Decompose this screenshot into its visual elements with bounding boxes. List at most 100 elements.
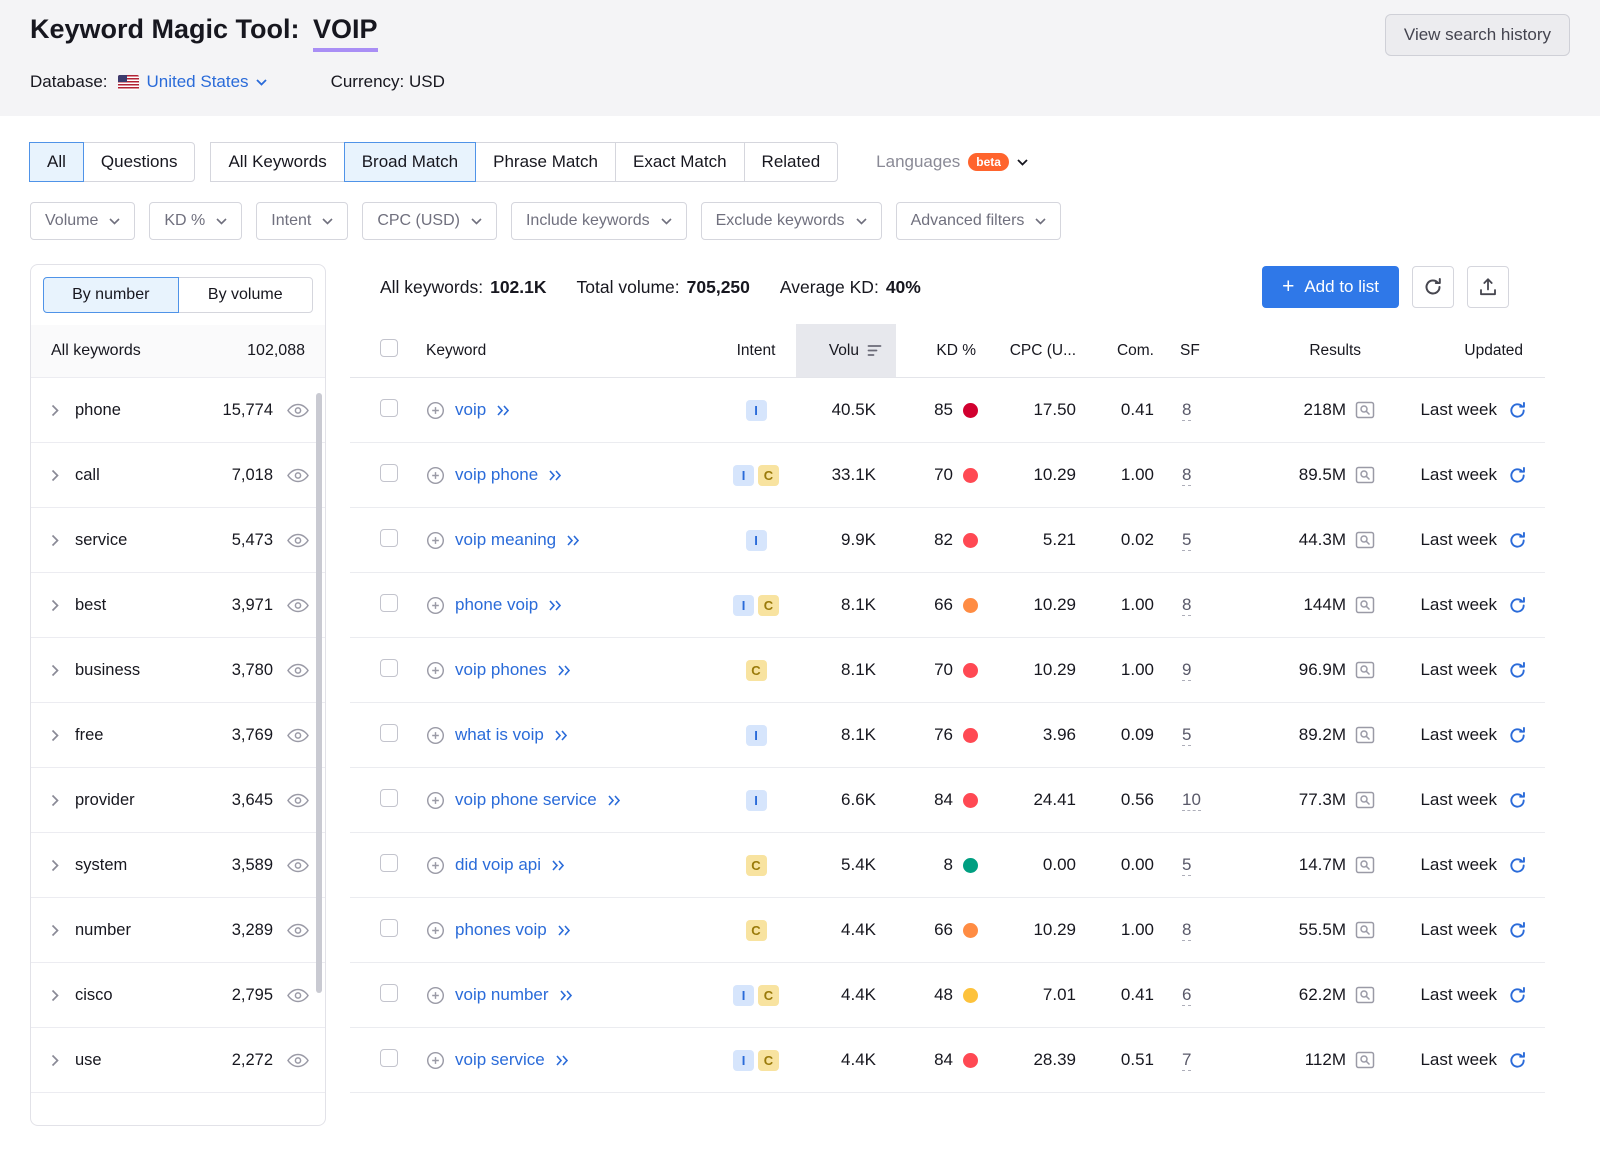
- expand-keyword-icon[interactable]: [551, 860, 565, 871]
- keyword-group-provider[interactable]: provider 3,645: [31, 768, 325, 833]
- filter-exclude-keywords[interactable]: Exclude keywords: [701, 202, 882, 240]
- expand-keyword-icon[interactable]: [557, 925, 571, 936]
- keyword-link[interactable]: voip phone: [455, 465, 538, 485]
- filter-volume[interactable]: Volume: [30, 202, 135, 240]
- row-checkbox[interactable]: [380, 919, 398, 937]
- expand-keyword-icon[interactable]: [496, 405, 510, 416]
- expand-chevron-icon[interactable]: [51, 664, 59, 677]
- serp-preview-icon[interactable]: [1355, 661, 1375, 679]
- row-checkbox[interactable]: [380, 659, 398, 677]
- serp-preview-icon[interactable]: [1355, 401, 1375, 419]
- add-keyword-icon[interactable]: [426, 856, 445, 875]
- keyword-group-call[interactable]: call 7,018: [31, 443, 325, 508]
- view-search-history-button[interactable]: View search history: [1385, 14, 1570, 56]
- keyword-group-best[interactable]: best 3,971: [31, 573, 325, 638]
- update-metrics-icon[interactable]: [1508, 466, 1527, 485]
- sidebar-scrollbar[interactable]: [316, 393, 322, 993]
- filter-include-keywords[interactable]: Include keywords: [511, 202, 687, 240]
- keyword-group-system[interactable]: system 3,589: [31, 833, 325, 898]
- select-all-checkbox[interactable]: [380, 339, 398, 357]
- column-header-kd[interactable]: KD %: [896, 342, 988, 360]
- expand-chevron-icon[interactable]: [51, 469, 59, 482]
- tab-related[interactable]: Related: [744, 142, 839, 182]
- update-metrics-icon[interactable]: [1508, 726, 1527, 745]
- serp-features-count[interactable]: 8: [1182, 400, 1191, 421]
- update-metrics-icon[interactable]: [1508, 661, 1527, 680]
- add-keyword-icon[interactable]: [426, 1051, 445, 1070]
- column-header-com[interactable]: Com.: [1096, 342, 1180, 360]
- column-header-results[interactable]: Results: [1234, 342, 1409, 360]
- eye-icon[interactable]: [287, 468, 309, 483]
- add-keyword-icon[interactable]: [426, 726, 445, 745]
- add-keyword-icon[interactable]: [426, 986, 445, 1005]
- keyword-group-service[interactable]: service 5,473: [31, 508, 325, 573]
- by-volume-toggle[interactable]: By volume: [178, 277, 314, 313]
- update-metrics-icon[interactable]: [1508, 531, 1527, 550]
- add-keyword-icon[interactable]: [426, 791, 445, 810]
- add-keyword-icon[interactable]: [426, 661, 445, 680]
- serp-preview-icon[interactable]: [1355, 531, 1375, 549]
- tab-all-keywords[interactable]: All Keywords: [210, 142, 344, 182]
- update-metrics-icon[interactable]: [1508, 986, 1527, 1005]
- row-checkbox[interactable]: [380, 1049, 398, 1067]
- serp-features-count[interactable]: 7: [1182, 1050, 1191, 1071]
- update-metrics-icon[interactable]: [1508, 791, 1527, 810]
- export-button[interactable]: [1467, 266, 1509, 308]
- keyword-link[interactable]: voip: [455, 400, 486, 420]
- serp-preview-icon[interactable]: [1355, 856, 1375, 874]
- eye-icon[interactable]: [287, 858, 309, 873]
- languages-dropdown[interactable]: Languages beta: [870, 151, 1034, 173]
- expand-keyword-icon[interactable]: [548, 470, 562, 481]
- serp-preview-icon[interactable]: [1355, 791, 1375, 809]
- row-checkbox[interactable]: [380, 464, 398, 482]
- serp-features-count[interactable]: 6: [1182, 985, 1191, 1006]
- eye-icon[interactable]: [287, 598, 309, 613]
- keyword-link[interactable]: voip number: [455, 985, 549, 1005]
- filter-intent[interactable]: Intent: [256, 202, 348, 240]
- update-metrics-icon[interactable]: [1508, 856, 1527, 875]
- expand-chevron-icon[interactable]: [51, 794, 59, 807]
- serp-preview-icon[interactable]: [1355, 726, 1375, 744]
- row-checkbox[interactable]: [380, 529, 398, 547]
- keyword-link[interactable]: phones voip: [455, 920, 547, 940]
- row-checkbox[interactable]: [380, 789, 398, 807]
- row-checkbox[interactable]: [380, 594, 398, 612]
- eye-icon[interactable]: [287, 533, 309, 548]
- tab-phrase-match[interactable]: Phrase Match: [475, 142, 616, 182]
- serp-features-count[interactable]: 8: [1182, 465, 1191, 486]
- add-to-list-button[interactable]: + Add to list: [1262, 266, 1399, 308]
- serp-features-count[interactable]: 10: [1182, 790, 1201, 811]
- database-selector[interactable]: United States: [147, 72, 267, 92]
- eye-icon[interactable]: [287, 728, 309, 743]
- keyword-group-phone[interactable]: phone 15,774: [31, 378, 325, 443]
- keyword-link[interactable]: phone voip: [455, 595, 538, 615]
- expand-keyword-icon[interactable]: [548, 600, 562, 611]
- filter-cpc-usd[interactable]: CPC (USD): [362, 202, 497, 240]
- tab-broad-match[interactable]: Broad Match: [344, 142, 476, 182]
- add-keyword-icon[interactable]: [426, 466, 445, 485]
- column-header-sf[interactable]: SF: [1180, 342, 1234, 360]
- expand-chevron-icon[interactable]: [51, 404, 59, 417]
- expand-keyword-icon[interactable]: [559, 990, 573, 1001]
- keyword-link[interactable]: did voip api: [455, 855, 541, 875]
- keyword-link[interactable]: voip meaning: [455, 530, 556, 550]
- serp-preview-icon[interactable]: [1355, 1051, 1375, 1069]
- expand-keyword-icon[interactable]: [607, 795, 621, 806]
- refresh-button[interactable]: [1412, 266, 1454, 308]
- expand-chevron-icon[interactable]: [51, 1054, 59, 1067]
- add-keyword-icon[interactable]: [426, 531, 445, 550]
- eye-icon[interactable]: [287, 663, 309, 678]
- keyword-link[interactable]: voip phone service: [455, 790, 597, 810]
- filter-advanced-filters[interactable]: Advanced filters: [896, 202, 1062, 240]
- column-header-cpc[interactable]: CPC (U...: [988, 342, 1096, 360]
- expand-keyword-icon[interactable]: [557, 665, 571, 676]
- update-metrics-icon[interactable]: [1508, 1051, 1527, 1070]
- serp-preview-icon[interactable]: [1355, 921, 1375, 939]
- expand-chevron-icon[interactable]: [51, 859, 59, 872]
- serp-features-count[interactable]: 5: [1182, 855, 1191, 876]
- serp-preview-icon[interactable]: [1355, 596, 1375, 614]
- row-checkbox[interactable]: [380, 854, 398, 872]
- column-header-updated[interactable]: Updated: [1409, 342, 1545, 360]
- filter-kd[interactable]: KD %: [149, 202, 242, 240]
- keyword-group-number[interactable]: number 3,289: [31, 898, 325, 963]
